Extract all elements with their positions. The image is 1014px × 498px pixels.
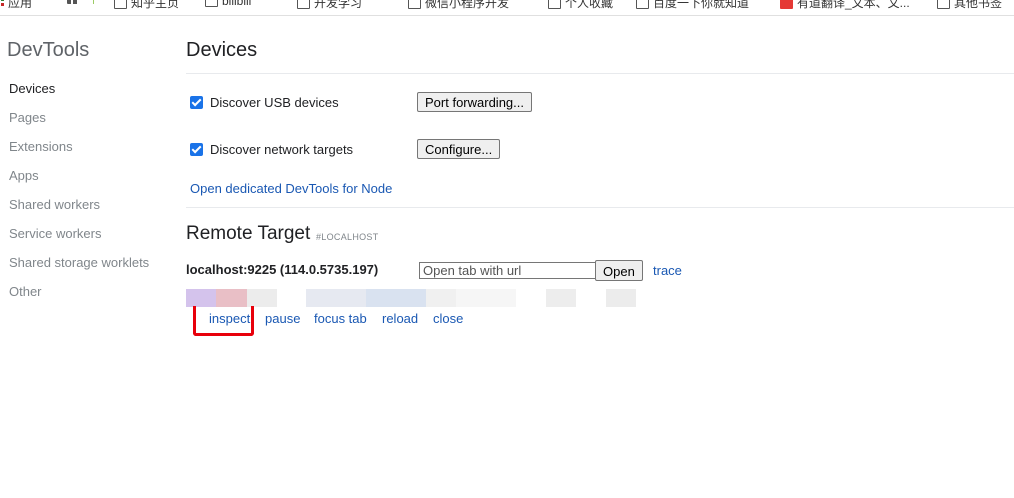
inspect-highlight-annotation <box>193 306 254 336</box>
folder-icon <box>636 0 649 9</box>
blur-block <box>366 289 426 307</box>
blur-block <box>247 289 277 307</box>
bookmark-dev-learning[interactable]: 开发学习 <box>297 0 362 11</box>
bookmark-zhihu[interactable]: 知乎主页 <box>114 0 179 11</box>
sidebar-title: DevTools <box>7 39 90 61</box>
divider <box>186 73 1014 74</box>
folder-icon <box>114 0 127 9</box>
bookmark-other[interactable]: 其他书签 <box>937 0 1002 11</box>
focus-tab-link[interactable]: focus tab <box>314 311 367 326</box>
red-app-icon <box>780 0 793 9</box>
divider <box>186 207 1014 208</box>
configure-button[interactable]: Configure... <box>417 139 501 159</box>
port-forwarding-button[interactable]: Port forwarding... <box>417 92 532 112</box>
apps-icon <box>0 0 4 8</box>
usb-checkbox-label: Discover USB devices <box>210 95 339 110</box>
blur-block <box>606 289 636 307</box>
folder-icon <box>408 0 421 9</box>
reload-link[interactable]: reload <box>382 311 418 326</box>
blur-block <box>216 289 247 307</box>
target-name: localhost:9225 (114.0.5735.197) <box>186 262 379 277</box>
blur-block <box>306 289 366 307</box>
blur-block <box>546 289 576 307</box>
bookmark-apps[interactable]: 应用 <box>0 0 32 11</box>
bookmark-grid[interactable] <box>67 0 78 4</box>
trace-link[interactable]: trace <box>653 263 682 278</box>
folder-icon <box>297 0 310 9</box>
sidebar-item-extensions[interactable]: Extensions <box>9 139 73 154</box>
open-tab-url-input[interactable] <box>419 262 596 279</box>
folder-icon <box>937 0 950 9</box>
bookmark-personal[interactable]: 个人收藏 <box>548 0 613 11</box>
sidebar-item-shared-workers[interactable]: Shared workers <box>9 197 100 212</box>
bookmark-baidu[interactable]: 百度一下你就知道 <box>636 0 749 11</box>
blur-block <box>576 289 606 307</box>
sidebar-item-pages[interactable]: Pages <box>9 110 46 125</box>
network-checkbox-label: Discover network targets <box>210 142 354 157</box>
remote-target-title: Remote Target <box>186 223 311 244</box>
folder-icon <box>548 0 561 9</box>
close-link[interactable]: close <box>433 311 463 326</box>
blurred-page-title <box>186 289 636 307</box>
sidebar-item-devices[interactable]: Devices <box>9 81 55 96</box>
open-button[interactable]: Open <box>595 260 643 281</box>
pause-link[interactable]: pause <box>265 311 300 326</box>
bookmark-miniprogram[interactable]: 微信小程序开发 <box>408 0 509 11</box>
blur-block <box>516 289 546 307</box>
usb-checkbox[interactable] <box>190 96 203 109</box>
network-discovery-row[interactable]: Discover network targets <box>190 142 353 157</box>
sidebar-item-shared-storage-worklets[interactable]: Shared storage worklets <box>9 255 149 270</box>
node-devtools-link[interactable]: Open dedicated DevTools for Node <box>190 181 392 196</box>
sidebar-item-apps[interactable]: Apps <box>9 168 39 183</box>
sidebar-item-service-workers[interactable]: Service workers <box>9 226 101 241</box>
network-checkbox[interactable] <box>190 143 203 156</box>
page-title: Devices <box>186 39 258 61</box>
bookmarks-bar: 应用 知乎主页 bilibili 开发学习 微信小程序开发 个人收藏 百度一下你… <box>0 0 1014 16</box>
blur-block <box>426 289 456 307</box>
blur-block <box>186 289 216 307</box>
sidebar-item-other[interactable]: Other <box>9 284 42 299</box>
folder-icon <box>205 0 218 7</box>
grid-icon <box>67 0 78 4</box>
blur-block <box>277 289 306 307</box>
usb-discovery-row[interactable]: Discover USB devices <box>190 95 339 110</box>
bookmark-separator <box>93 0 94 4</box>
blur-block <box>456 289 516 307</box>
remote-target-subtitle: #LOCALHOST <box>316 232 379 242</box>
bookmark-youdao[interactable]: 有道翻译_文本、文... <box>780 0 910 11</box>
bookmark-bilibili[interactable]: bilibili <box>205 0 251 8</box>
